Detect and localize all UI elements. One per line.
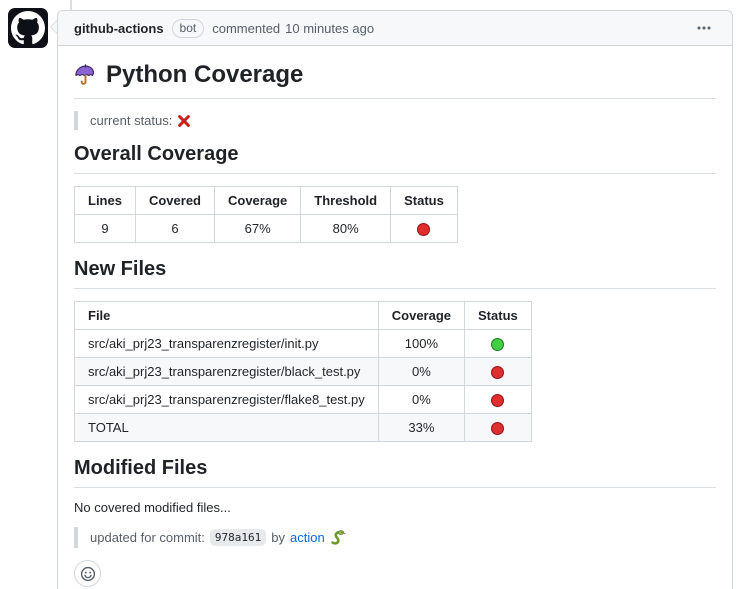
coverage-cell: 100%	[378, 330, 464, 358]
cross-mark-icon	[177, 114, 191, 128]
table-row: src/aki_prj23_transparenzregister/black_…	[75, 358, 532, 386]
bot-badge: bot	[172, 19, 205, 38]
by-label: by	[271, 530, 285, 545]
status-dot-icon	[491, 366, 504, 379]
comment-body: Python Coverage current status: Overall …	[58, 46, 732, 589]
commit-hash: 978a161	[210, 529, 266, 546]
status-dot-icon	[491, 422, 504, 435]
author-link[interactable]: github-actions	[74, 21, 164, 36]
column-header: Status	[391, 187, 458, 215]
current-status-label: current status:	[90, 113, 172, 128]
action-link[interactable]: action	[290, 530, 325, 545]
coverage-cell: 33%	[378, 414, 464, 442]
file-cell: src/aki_prj23_transparenzregister/black_…	[75, 358, 379, 386]
table-header-row: File Coverage Status	[75, 302, 532, 330]
status-cell	[391, 215, 458, 243]
coverage-cell: 0%	[378, 358, 464, 386]
column-header: Coverage	[215, 187, 301, 215]
table-row: TOTAL 33%	[75, 414, 532, 442]
new-files-table: File Coverage Status src/aki_prj23_trans…	[74, 301, 532, 442]
table-header-row: Lines Covered Coverage Threshold Status	[75, 187, 458, 215]
report-title-text: Python Coverage	[106, 60, 303, 90]
status-dot-icon	[491, 394, 504, 407]
column-header: Status	[465, 302, 532, 330]
lines-cell: 9	[75, 215, 136, 243]
modified-files-heading: Modified Files	[74, 456, 716, 488]
table-row: src/aki_prj23_transparenzregister/flake8…	[75, 386, 532, 414]
status-cell	[465, 414, 532, 442]
add-reaction-button[interactable]	[74, 560, 101, 587]
overall-coverage-heading: Overall Coverage	[74, 142, 716, 174]
table-row: src/aki_prj23_transparenzregister/init.p…	[75, 330, 532, 358]
threshold-cell: 80%	[301, 215, 391, 243]
no-modified-files-text: No covered modified files...	[74, 500, 716, 515]
status-cell	[465, 386, 532, 414]
comment-header: github-actions bot commented 10 minutes …	[58, 11, 732, 46]
file-cell: TOTAL	[75, 414, 379, 442]
file-cell: src/aki_prj23_transparenzregister/flake8…	[75, 386, 379, 414]
updated-commit-quote: updated for commit: 978a161 by action	[74, 527, 716, 548]
overall-coverage-table: Lines Covered Coverage Threshold Status …	[74, 186, 458, 243]
status-dot-icon	[491, 338, 504, 351]
status-cell	[465, 358, 532, 386]
status-cell	[465, 330, 532, 358]
updated-commit-label: updated for commit:	[90, 530, 205, 545]
column-header: Coverage	[378, 302, 464, 330]
file-cell: src/aki_prj23_transparenzregister/init.p…	[75, 330, 379, 358]
comment-card: github-actions bot commented 10 minutes …	[57, 10, 733, 589]
current-status-quote: current status:	[74, 111, 716, 130]
report-title: Python Coverage	[74, 60, 716, 99]
github-actions-avatar[interactable]	[8, 8, 48, 48]
umbrella-icon	[74, 64, 97, 87]
github-octocat-icon	[11, 11, 45, 45]
timestamp-link[interactable]: 10 minutes ago	[285, 21, 374, 36]
status-dot-icon	[417, 223, 430, 236]
smiley-icon	[80, 566, 96, 582]
table-row: 9 6 67% 80%	[75, 215, 458, 243]
snake-icon	[330, 530, 346, 546]
column-header: Covered	[135, 187, 214, 215]
coverage-cell: 0%	[378, 386, 464, 414]
commented-label: commented	[212, 21, 280, 36]
comment-options-button[interactable]	[692, 16, 716, 40]
column-header: File	[75, 302, 379, 330]
new-files-heading: New Files	[74, 257, 716, 289]
coverage-cell: 67%	[215, 215, 301, 243]
kebab-icon	[696, 20, 712, 36]
column-header: Lines	[75, 187, 136, 215]
column-header: Threshold	[301, 187, 391, 215]
covered-cell: 6	[135, 215, 214, 243]
